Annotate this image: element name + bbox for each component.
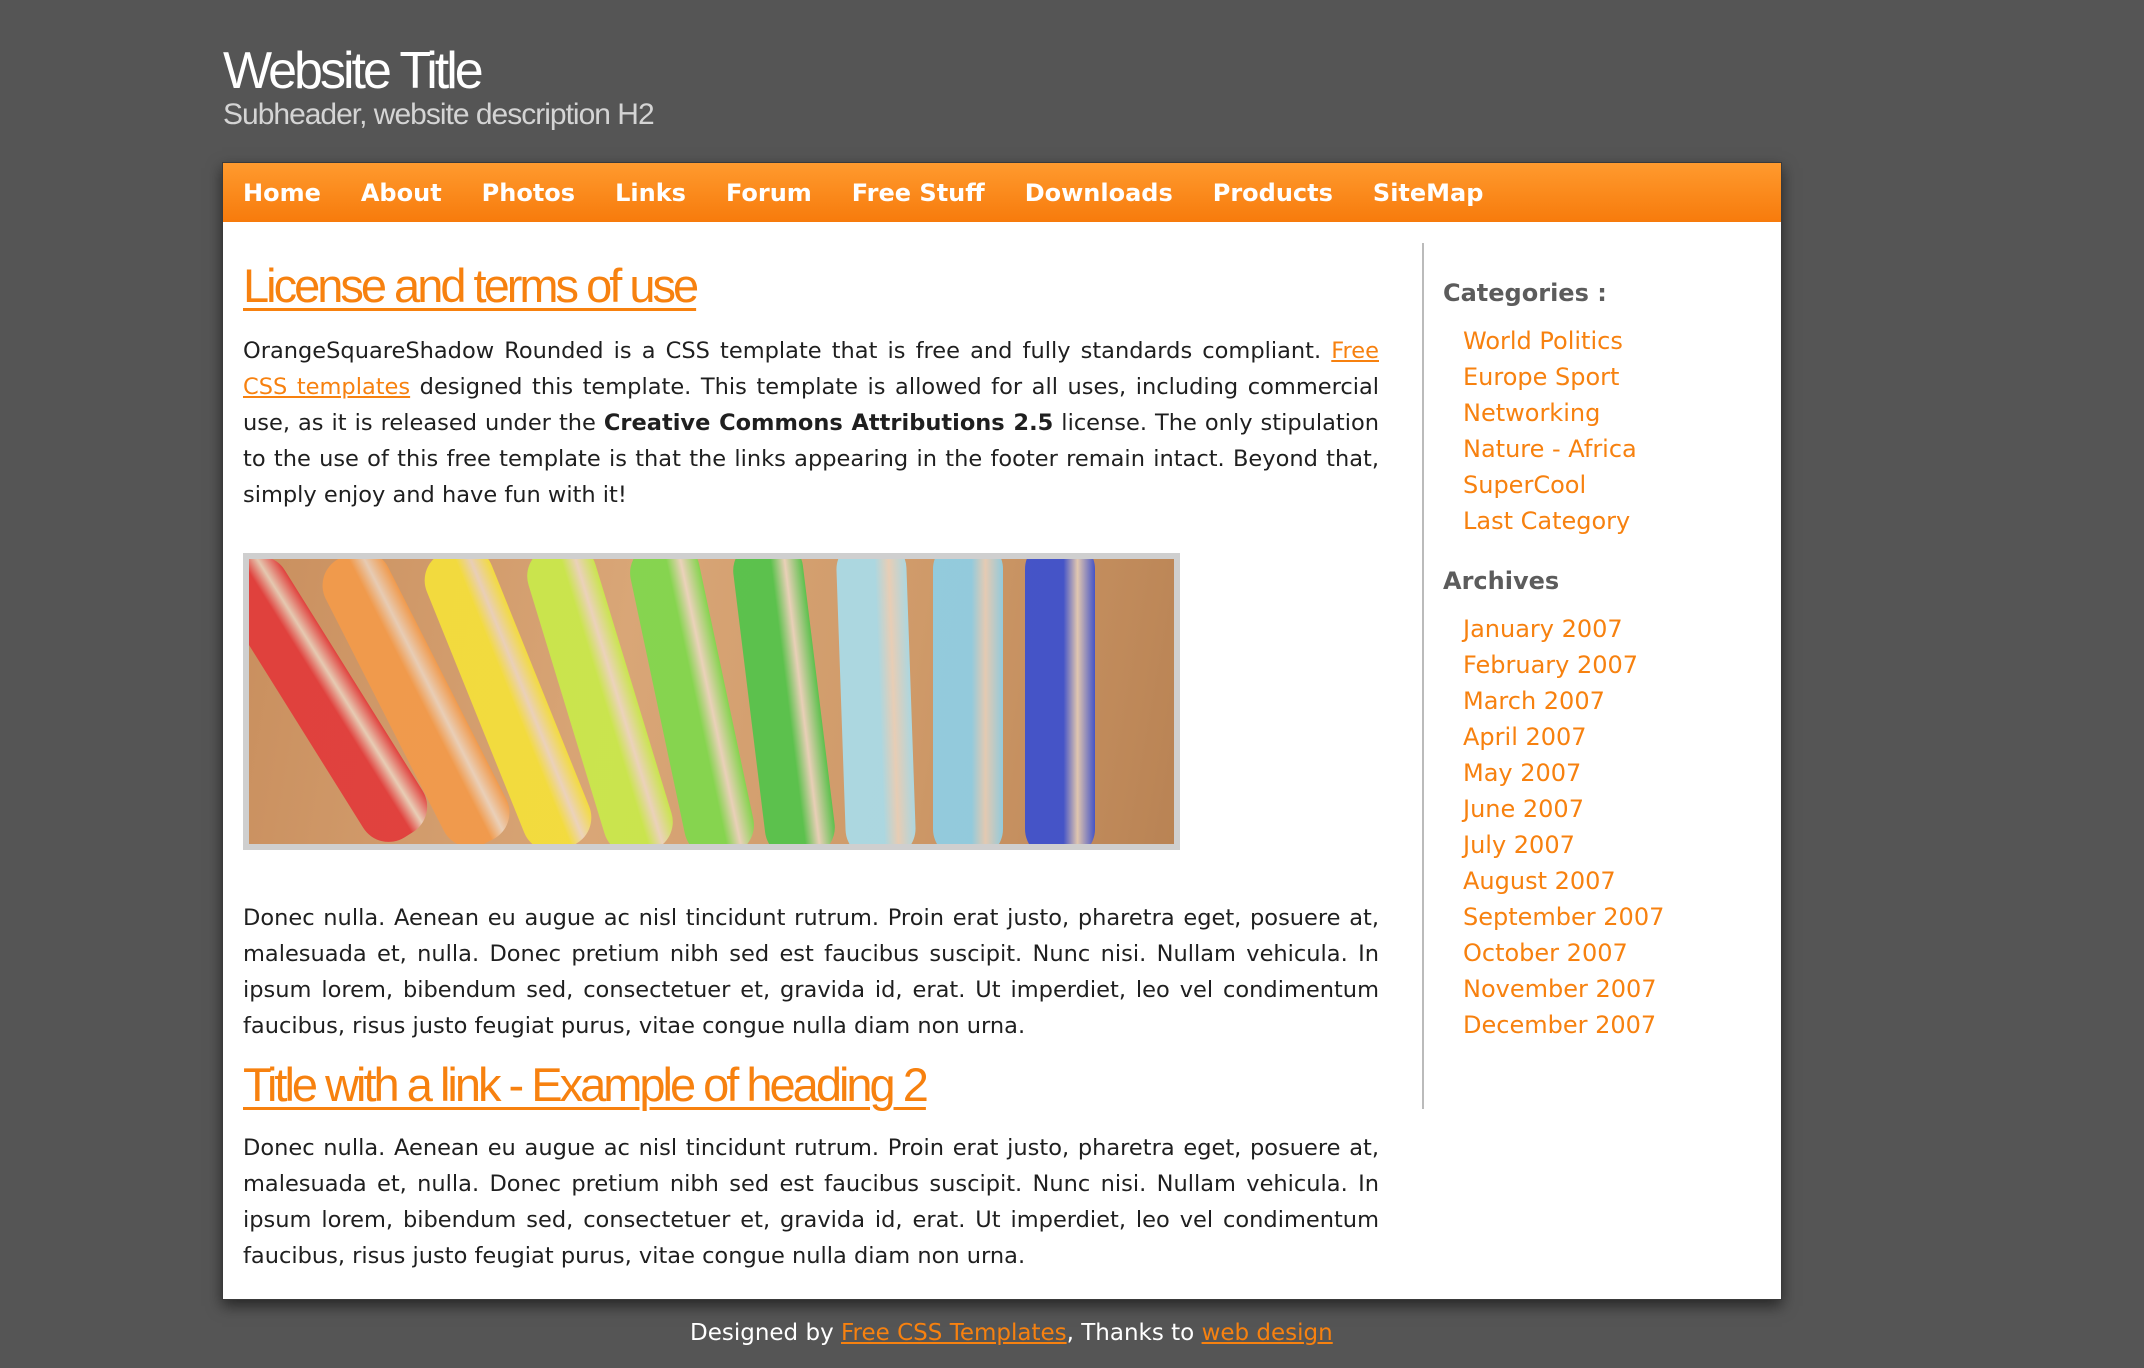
category-link[interactable]: Nature - Africa: [1463, 431, 1763, 467]
category-link[interactable]: Europe Sport: [1463, 359, 1763, 395]
menu-item-about[interactable]: About: [361, 179, 442, 207]
sidebar-divider: [1422, 243, 1424, 1109]
site-title: Website Title: [223, 42, 484, 100]
archives-heading: Archives: [1443, 567, 1560, 595]
archive-link[interactable]: April 2007: [1463, 719, 1763, 755]
marker-shape: [1025, 559, 1095, 844]
menu-item-products[interactable]: Products: [1213, 179, 1333, 207]
page-container: Home About Photos Links Forum Free Stuff…: [222, 162, 1782, 1300]
menu-item-photos[interactable]: Photos: [482, 179, 575, 207]
site-subtitle: Subheader, website description H2: [223, 98, 655, 131]
menu-item-sitemap[interactable]: SiteMap: [1373, 179, 1484, 207]
menu-item-free-stuff[interactable]: Free Stuff: [852, 179, 985, 207]
archive-link[interactable]: January 2007: [1463, 611, 1763, 647]
footer-text: Designed by: [690, 1320, 841, 1346]
footer-text: , Thanks to: [1066, 1320, 1202, 1346]
archive-link[interactable]: March 2007: [1463, 683, 1763, 719]
site-header: Website Title Subheader, website descrip…: [223, 40, 655, 132]
intro-paragraph: OrangeSquareShadow Rounded is a CSS temp…: [243, 333, 1379, 513]
heading-example-link[interactable]: Title with a link - Example of heading 2: [243, 1054, 1379, 1116]
footer-free-css-link[interactable]: Free CSS Templates: [841, 1320, 1067, 1346]
archive-link[interactable]: June 2007: [1463, 791, 1763, 827]
photo-frame: [243, 553, 1180, 850]
archive-link[interactable]: July 2007: [1463, 827, 1763, 863]
marker-shape: [835, 559, 917, 844]
categories-list: World Politics Europe Sport Networking N…: [1443, 323, 1763, 539]
archives-list: January 2007 February 2007 March 2007 Ap…: [1443, 611, 1763, 1043]
license-name: Creative Commons Attributions 2.5: [603, 410, 1054, 436]
menu-item-links[interactable]: Links: [615, 179, 686, 207]
main-content: License and terms of use OrangeSquareSha…: [243, 255, 1379, 1274]
menu-item-downloads[interactable]: Downloads: [1025, 179, 1173, 207]
archive-link[interactable]: December 2007: [1463, 1007, 1763, 1043]
intro-text-1: OrangeSquareShadow Rounded is a CSS temp…: [243, 338, 1332, 364]
archive-link[interactable]: November 2007: [1463, 971, 1763, 1007]
body-paragraph: Donec nulla. Aenean eu augue ac nisl tin…: [243, 905, 1379, 1039]
menu-item-home[interactable]: Home: [243, 179, 321, 207]
markers-photo: [249, 559, 1174, 844]
footer-credits: Designed by Free CSS Templates, Thanks t…: [690, 1320, 1333, 1346]
footer-web-design-link[interactable]: web design: [1202, 1320, 1333, 1346]
category-link[interactable]: Networking: [1463, 395, 1763, 431]
archive-link[interactable]: September 2007: [1463, 899, 1763, 935]
categories-heading: Categories :: [1443, 279, 1607, 307]
marker-shape: [933, 559, 1003, 844]
category-link[interactable]: SuperCool: [1463, 467, 1763, 503]
sidebar: Categories : World Politics Europe Sport…: [1443, 275, 1763, 1043]
body-paragraph: Donec nulla. Aenean eu augue ac nisl tin…: [243, 1135, 1379, 1269]
category-link[interactable]: Last Category: [1463, 503, 1763, 539]
archive-link[interactable]: October 2007: [1463, 935, 1763, 971]
archive-link[interactable]: May 2007: [1463, 755, 1763, 791]
archive-link[interactable]: August 2007: [1463, 863, 1763, 899]
category-link[interactable]: World Politics: [1463, 323, 1763, 359]
heading-license[interactable]: License and terms of use: [243, 255, 1379, 317]
main-menu: Home About Photos Links Forum Free Stuff…: [223, 163, 1781, 222]
menu-item-forum[interactable]: Forum: [726, 179, 812, 207]
archive-link[interactable]: February 2007: [1463, 647, 1763, 683]
